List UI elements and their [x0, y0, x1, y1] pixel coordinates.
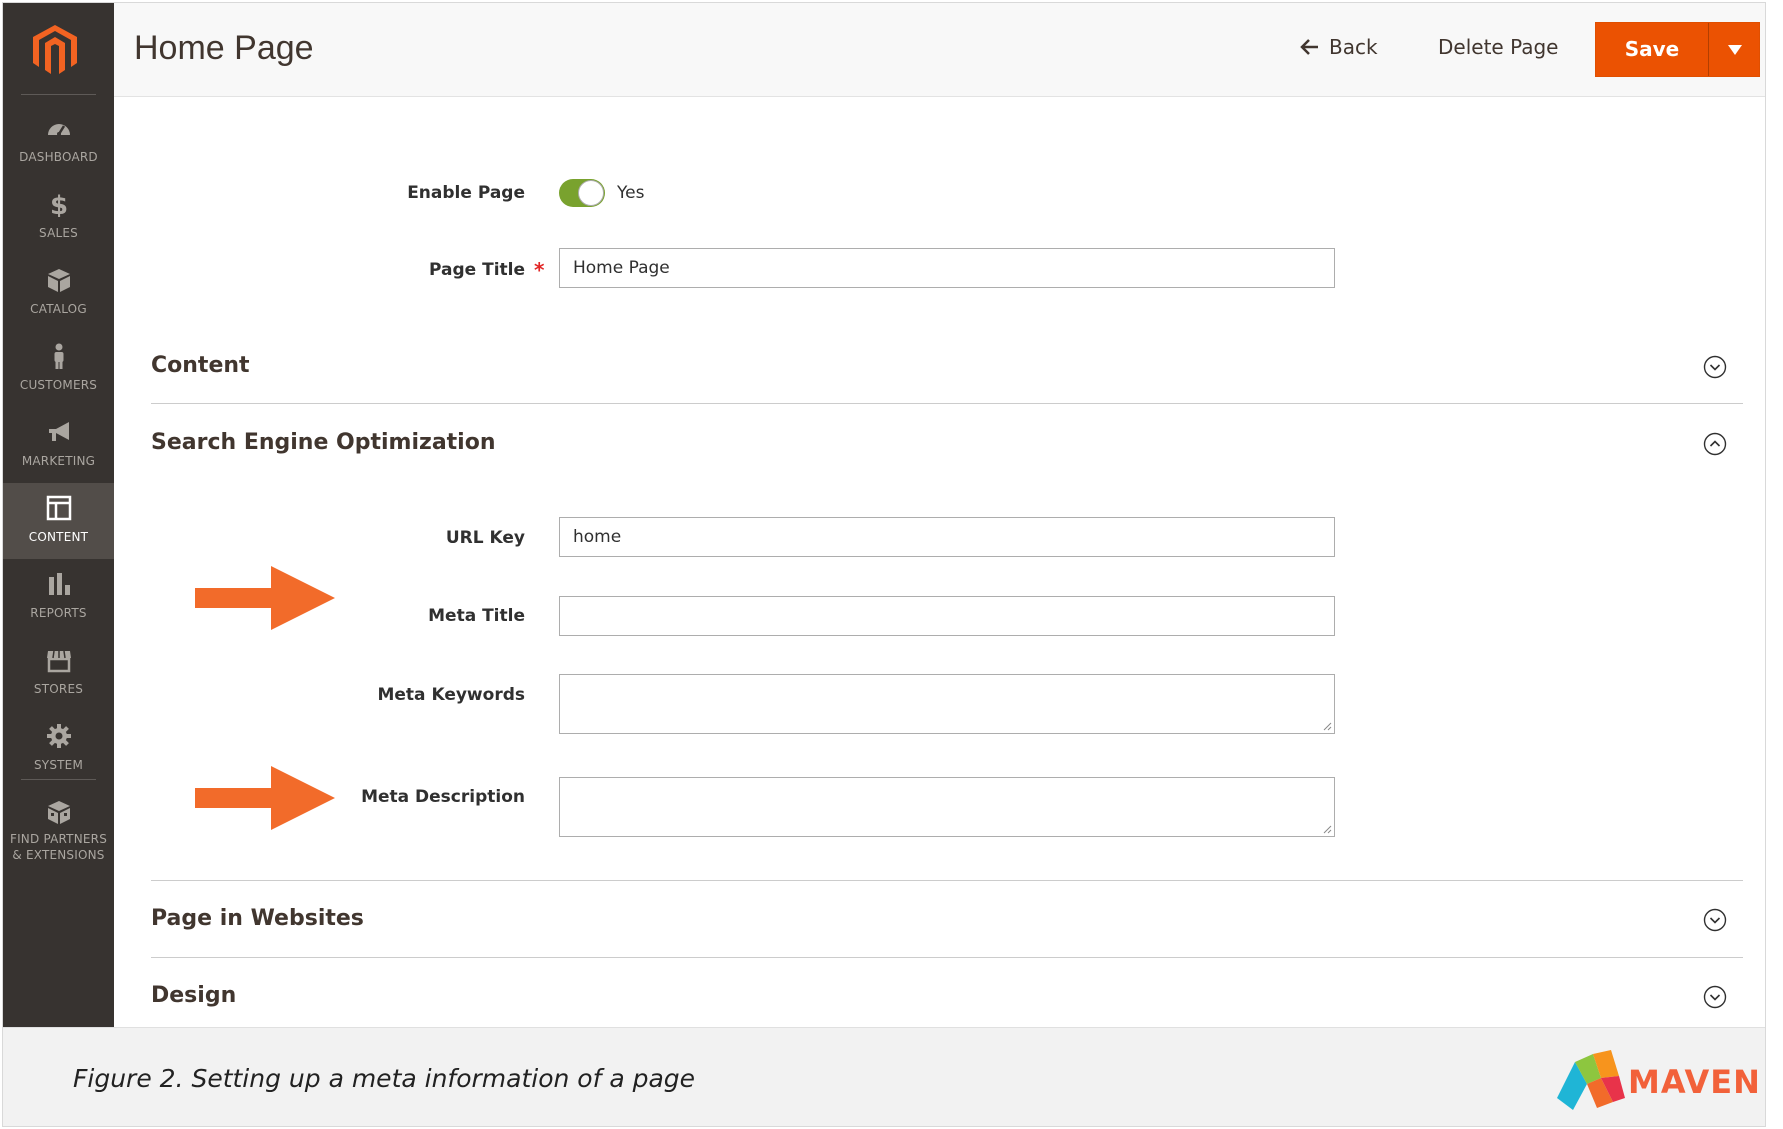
svg-text:$: $ [50, 191, 68, 217]
sidebar-divider [21, 779, 96, 780]
megaphone-icon [49, 422, 69, 441]
sidebar-item-stores[interactable]: STORES [3, 635, 114, 711]
resize-grip-icon[interactable] [1323, 722, 1332, 731]
url-key-input[interactable]: home [559, 517, 1335, 557]
storefront-icon [47, 650, 71, 673]
sidebar-item-system[interactable]: SYSTEM [3, 711, 114, 787]
sidebar-item-label: CONTENT [28, 530, 89, 544]
section-divider [151, 403, 1743, 404]
meta-title-label: Meta Title [428, 606, 525, 626]
sidebar-item-label-line2: & EXTENSIONS [12, 848, 105, 862]
sidebar-item-label: CATALOG [30, 302, 87, 316]
section-design-title[interactable]: Design [151, 983, 236, 1008]
chevron-down-icon[interactable] [1703, 985, 1727, 1009]
figure-caption: Figure 2. Setting up a meta information … [73, 1064, 696, 1093]
page-title: Home Page [134, 29, 314, 67]
url-key-label: URL Key [445, 528, 525, 548]
sidebar-item-find-partners[interactable]: FIND PARTNERS & EXTENSIONS [3, 787, 114, 877]
enable-page-toggle[interactable] [559, 179, 605, 207]
section-seo-title[interactable]: Search Engine Optimization [151, 430, 496, 455]
save-split-button: Save [1595, 22, 1760, 77]
bar-chart-icon [49, 573, 70, 595]
sidebar-item-label: SALES [39, 226, 78, 240]
enable-page-label: Enable Page [407, 183, 525, 203]
section-divider [151, 957, 1743, 958]
required-asterisk: * [534, 258, 545, 282]
sidebar-divider [21, 94, 96, 95]
meta-description-textarea[interactable] [559, 777, 1335, 837]
page-title-label: Page Title [429, 260, 525, 280]
figure-caption-band: Figure 2. Setting up a meta information … [3, 1027, 1765, 1126]
person-icon [54, 343, 64, 369]
meta-description-label: Meta Description [361, 787, 525, 807]
sidebar-item-label: STORES [33, 682, 84, 696]
save-button[interactable]: Save [1596, 23, 1708, 76]
partners-box-icon [48, 801, 70, 824]
section-divider [151, 880, 1743, 881]
page-title-input[interactable]: Home Page [559, 248, 1335, 288]
sidebar-item-sales[interactable]: $ SALES [3, 179, 114, 255]
admin-sidebar: DASHBOARD $ SALES CATALOG CUSTOMERS MARK… [3, 3, 114, 1027]
sidebar-item-dashboard[interactable]: DASHBOARD [3, 103, 114, 179]
sidebar-item-label: REPORTS [30, 606, 87, 620]
magento-logo-icon[interactable] [31, 23, 79, 77]
sidebar-item-catalog[interactable]: CATALOG [3, 255, 114, 331]
layout-icon [46, 495, 72, 521]
gear-icon [47, 724, 71, 748]
page-header: Home Page Back Delete Page Save [114, 3, 1765, 97]
sidebar-item-content[interactable]: CONTENT [3, 483, 114, 559]
sidebar-item-label: DASHBOARD [19, 150, 98, 164]
sidebar-item-label: MARKETING [21, 454, 96, 468]
chevron-down-icon[interactable] [1703, 355, 1727, 379]
sidebar-item-label-line1: FIND PARTNERS [9, 832, 108, 846]
sidebar-item-label: SYSTEM [33, 758, 84, 772]
meta-keywords-label: Meta Keywords [377, 685, 525, 705]
delete-page-button[interactable]: Delete Page [1438, 35, 1559, 59]
back-button[interactable]: Back [1299, 35, 1378, 59]
meta-keywords-textarea[interactable] [559, 674, 1335, 734]
meta-title-input[interactable] [559, 596, 1335, 636]
toggle-knob [578, 180, 604, 206]
section-websites-title[interactable]: Page in Websites [151, 906, 364, 931]
dashboard-icon [48, 124, 70, 136]
section-content-title[interactable]: Content [151, 353, 250, 378]
resize-grip-icon[interactable] [1323, 825, 1332, 834]
maven-brand-text: MAVEN [1628, 1063, 1761, 1101]
sidebar-item-customers[interactable]: CUSTOMERS [3, 331, 114, 407]
sidebar-item-label: FIND PARTNERS & EXTENSIONS [3, 831, 114, 863]
sidebar-item-label: CUSTOMERS [19, 378, 98, 392]
chevron-down-icon[interactable] [1703, 908, 1727, 932]
sidebar-item-reports[interactable]: REPORTS [3, 559, 114, 635]
sidebar-item-marketing[interactable]: MARKETING [3, 407, 114, 483]
dollar-icon: $ [50, 191, 68, 217]
enable-page-value: Yes [617, 183, 645, 203]
chevron-up-icon[interactable] [1703, 432, 1727, 456]
screenshot-frame: DASHBOARD $ SALES CATALOG CUSTOMERS MARK… [2, 2, 1766, 1127]
box-icon [48, 269, 70, 292]
arrow-left-icon [1300, 39, 1318, 55]
caret-down-icon[interactable] [1709, 23, 1760, 76]
back-button-label: Back [1329, 35, 1378, 59]
